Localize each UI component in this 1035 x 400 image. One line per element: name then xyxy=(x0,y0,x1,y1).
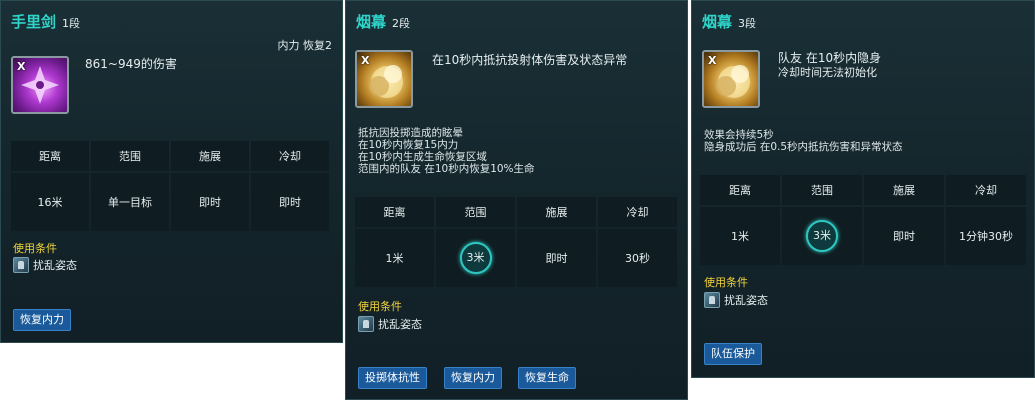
condition-label: 使用条件 xyxy=(13,242,57,255)
effect-line: 在10秒内生成生命恢复区域 xyxy=(358,151,487,163)
stat-header-cast: 施展 xyxy=(171,141,249,171)
stat-header-range: 距离 xyxy=(355,197,434,227)
stat-value-area: 3米 xyxy=(782,207,862,265)
hotkey-label: X xyxy=(708,54,717,67)
stat-value-cooldown: 即时 xyxy=(251,173,329,231)
shuriken-icon: X xyxy=(11,56,69,114)
stat-header-cooldown: 冷却 xyxy=(946,175,1026,205)
stat-value-range: 1米 xyxy=(700,207,780,265)
stance-icon xyxy=(13,257,29,273)
stat-header-cooldown: 冷却 xyxy=(251,141,329,171)
area-highlight: 3米 xyxy=(459,242,492,274)
skill-effects: 效果会持续5秒 隐身成功后 在0.5秒内抵抗伤害和异常状态 xyxy=(704,129,903,153)
tag-restore-health: 恢复生命 xyxy=(518,367,576,389)
effect-line: 在10秒内恢复15内力 xyxy=(358,139,459,151)
skill-stats-table: 距离 范围 施展 冷却 1米 3米 即时 30秒 xyxy=(353,195,679,289)
skill-cost: 内力 恢复2 xyxy=(277,39,333,52)
smoke-bomb-icon: X xyxy=(702,50,760,108)
stance-icon xyxy=(704,292,720,308)
stat-header-cast: 施展 xyxy=(517,197,596,227)
area-highlight: 3米 xyxy=(806,220,838,252)
stance-icon xyxy=(358,316,374,332)
skill-tooltip-smoke-screen-2: 烟幕 2段 X 在10秒内抵抗投射体伤害及状态异常 抵抗因投掷造成的眩晕 在10… xyxy=(345,0,688,400)
skill-description: 在10秒内抵抗投射体伤害及状态异常 xyxy=(432,53,628,67)
condition-label: 使用条件 xyxy=(358,300,402,313)
stat-value-area: 单一目标 xyxy=(91,173,169,231)
stat-value-range: 1米 xyxy=(355,229,434,287)
skill-stats-table: 距离 范围 施展 冷却 1米 3米 即时 1分钟30秒 xyxy=(698,173,1028,267)
condition-text: 扰乱姿态 xyxy=(33,259,77,272)
skill-description: 861~949的伤害 xyxy=(85,57,177,71)
condition-item: 扰乱姿态 xyxy=(704,292,768,308)
skill-rank: 2段 xyxy=(392,17,411,30)
skill-header: 手里剑 1段 xyxy=(11,11,80,32)
effect-line: 效果会持续5秒 xyxy=(704,129,774,141)
tag-party-protection: 队伍保护 xyxy=(704,343,762,365)
effect-line: 隐身成功后 在0.5秒内抵抗伤害和异常状态 xyxy=(704,141,903,153)
hotkey-label: X xyxy=(17,60,26,73)
skill-tooltip-smoke-screen-3: 烟幕 3段 X 队友 在10秒内隐身 冷却时间无法初始化 效果会持续5秒 隐身成… xyxy=(691,0,1035,378)
stat-header-area: 范围 xyxy=(91,141,169,171)
tag-restore-internal-power: 恢复内力 xyxy=(444,367,502,389)
condition-text: 扰乱姿态 xyxy=(378,318,422,331)
stat-value-range: 16米 xyxy=(11,173,89,231)
condition-text: 扰乱姿态 xyxy=(724,294,768,307)
skill-tooltip-shuriken: 手里剑 1段 内力 恢复2 X 861~949的伤害 距离 范围 施展 冷却 1… xyxy=(0,0,343,343)
effect-line: 范围内的队友 在10秒内恢复10%生命 xyxy=(358,163,535,175)
condition-item: 扰乱姿态 xyxy=(13,257,77,273)
effect-line: 抵抗因投掷造成的眩晕 xyxy=(358,127,463,139)
stat-value-cast: 即时 xyxy=(517,229,596,287)
smoke-bomb-icon: X xyxy=(355,50,413,108)
stat-header-area: 范围 xyxy=(782,175,862,205)
skill-stats-table: 距离 范围 施展 冷却 16米 单一目标 即时 即时 xyxy=(9,139,331,233)
skill-header: 烟幕 3段 xyxy=(702,11,756,32)
skill-description: 队友 在10秒内隐身 冷却时间无法初始化 xyxy=(778,51,882,79)
stat-value-cooldown: 30秒 xyxy=(598,229,677,287)
stat-value-area: 3米 xyxy=(436,229,515,287)
stat-value-cast: 即时 xyxy=(864,207,944,265)
hotkey-label: X xyxy=(361,54,370,67)
condition-label: 使用条件 xyxy=(704,276,748,289)
skill-rank: 3段 xyxy=(738,17,757,30)
stat-header-range: 距离 xyxy=(11,141,89,171)
condition-item: 扰乱姿态 xyxy=(358,316,422,332)
skill-effects: 抵抗因投掷造成的眩晕 在10秒内恢复15内力 在10秒内生成生命恢复区域 范围内… xyxy=(358,127,535,175)
skill-name: 烟幕 xyxy=(702,13,733,31)
stat-header-area: 范围 xyxy=(436,197,515,227)
tag-projectile-resistance: 投掷体抗性 xyxy=(358,367,427,389)
skill-header: 烟幕 2段 xyxy=(356,11,410,32)
stat-header-cooldown: 冷却 xyxy=(598,197,677,227)
stat-header-range: 距离 xyxy=(700,175,780,205)
skill-name: 烟幕 xyxy=(356,13,387,31)
skill-rank: 1段 xyxy=(62,17,81,30)
stat-value-cooldown: 1分钟30秒 xyxy=(946,207,1026,265)
tag-restore-internal-power: 恢复内力 xyxy=(13,309,71,331)
stat-header-cast: 施展 xyxy=(864,175,944,205)
stat-value-cast: 即时 xyxy=(171,173,249,231)
skill-name: 手里剑 xyxy=(11,13,57,31)
